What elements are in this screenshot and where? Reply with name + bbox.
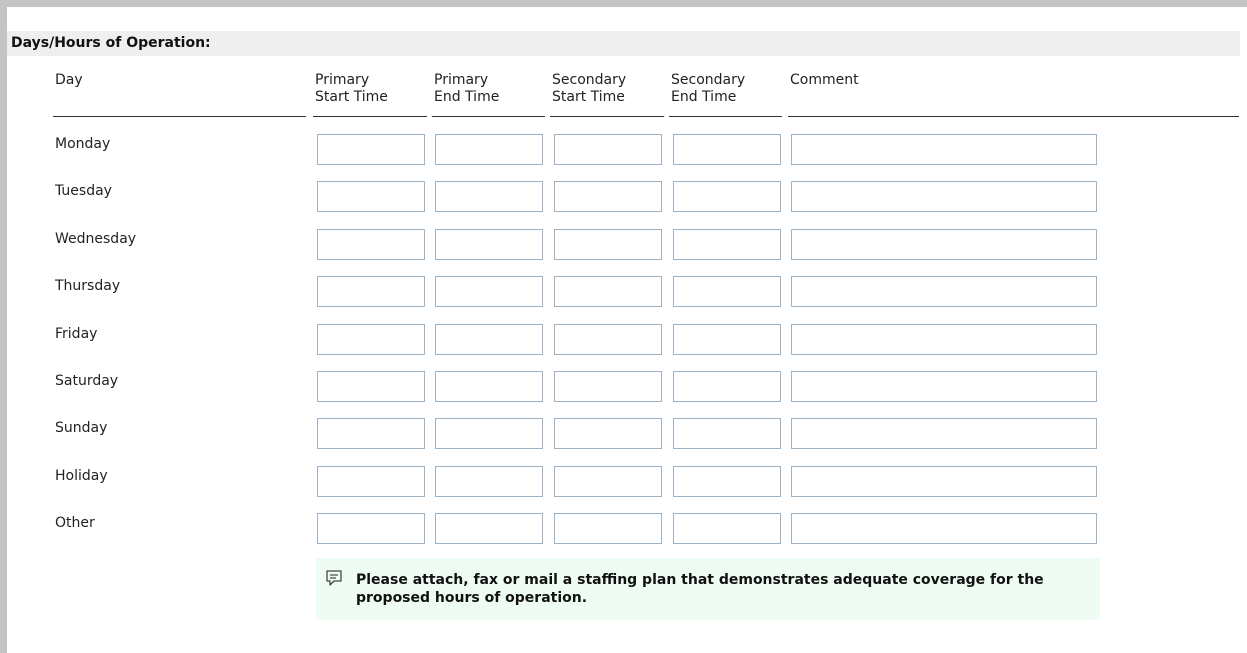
saturday-primary-end-input[interactable] xyxy=(435,371,543,402)
day-label-sunday: Sunday xyxy=(55,420,108,437)
tuesday-secondary-start-input[interactable] xyxy=(554,181,662,213)
wednesday-primary-end-input[interactable] xyxy=(435,228,543,260)
monday-comment-input[interactable] xyxy=(791,134,1097,165)
friday-primary-start-input[interactable] xyxy=(317,323,425,355)
friday-secondary-end-input[interactable] xyxy=(673,323,781,355)
day-label-saturday: Saturday xyxy=(55,373,119,389)
thursday-comment-input[interactable] xyxy=(791,276,1097,308)
monday-secondary-end-input[interactable] xyxy=(673,134,781,165)
day-label-other: Other xyxy=(55,515,95,532)
column-header-day: Day xyxy=(53,72,306,117)
friday-secondary-start-input[interactable] xyxy=(554,323,662,355)
sunday-primary-start-input[interactable] xyxy=(317,418,425,450)
thursday-primary-start-input[interactable] xyxy=(317,276,425,308)
tuesday-comment-input[interactable] xyxy=(791,181,1097,213)
tuesday-primary-end-input[interactable] xyxy=(435,181,543,213)
other-comment-input[interactable] xyxy=(791,513,1097,545)
section-header: Days/Hours of Operation: xyxy=(7,31,1240,56)
column-header-primary-end: Primary End Time xyxy=(432,72,545,117)
frame-left-border xyxy=(0,0,7,653)
thursday-primary-end-input[interactable] xyxy=(435,276,543,308)
holiday-primary-end-input[interactable] xyxy=(435,465,543,497)
other-primary-end-input[interactable] xyxy=(435,513,543,545)
thursday-secondary-start-input[interactable] xyxy=(554,276,662,308)
saturday-primary-start-input[interactable] xyxy=(317,371,425,402)
day-label-monday: Monday xyxy=(55,136,111,152)
sunday-comment-input[interactable] xyxy=(791,418,1097,450)
frame-top-border xyxy=(0,0,1247,7)
monday-primary-start-input[interactable] xyxy=(317,134,425,165)
friday-primary-end-input[interactable] xyxy=(435,323,543,355)
day-label-thursday: Thursday xyxy=(55,278,121,295)
wednesday-secondary-end-input[interactable] xyxy=(673,228,781,260)
day-label-tuesday: Tuesday xyxy=(55,183,112,200)
monday-primary-end-input[interactable] xyxy=(435,134,543,165)
comment-icon xyxy=(326,570,342,586)
tuesday-secondary-end-input[interactable] xyxy=(673,181,781,213)
sunday-primary-end-input[interactable] xyxy=(435,418,543,450)
column-header-secondary-start: Secondary Start Time xyxy=(550,72,664,117)
column-header-comment: Comment xyxy=(788,72,1239,117)
wednesday-secondary-start-input[interactable] xyxy=(554,228,662,260)
monday-secondary-start-input[interactable] xyxy=(554,134,662,165)
note-text: Please attach, fax or mail a staffing pl… xyxy=(356,572,1044,606)
holiday-primary-start-input[interactable] xyxy=(317,465,425,497)
day-label-friday: Friday xyxy=(55,325,98,342)
holiday-secondary-start-input[interactable] xyxy=(554,465,662,497)
column-header-primary-start: Primary Start Time xyxy=(313,72,427,117)
wednesday-primary-start-input[interactable] xyxy=(317,228,425,260)
day-label-wednesday: Wednesday xyxy=(55,230,137,247)
day-label-holiday: Holiday xyxy=(55,467,108,484)
other-secondary-end-input[interactable] xyxy=(673,513,781,545)
staffing-plan-note: Please attach, fax or mail a staffing pl… xyxy=(316,558,1100,620)
sunday-secondary-end-input[interactable] xyxy=(673,418,781,450)
other-primary-start-input[interactable] xyxy=(317,513,425,545)
wednesday-comment-input[interactable] xyxy=(791,228,1097,260)
tuesday-primary-start-input[interactable] xyxy=(317,181,425,213)
friday-comment-input[interactable] xyxy=(791,323,1097,355)
thursday-secondary-end-input[interactable] xyxy=(673,276,781,308)
sunday-secondary-start-input[interactable] xyxy=(554,418,662,450)
section-title: Days/Hours of Operation: xyxy=(11,35,211,51)
holiday-comment-input[interactable] xyxy=(791,465,1097,497)
holiday-secondary-end-input[interactable] xyxy=(673,465,781,497)
saturday-secondary-end-input[interactable] xyxy=(673,371,781,402)
saturday-secondary-start-input[interactable] xyxy=(554,371,662,402)
column-header-secondary-end: Secondary End Time xyxy=(669,72,782,117)
saturday-comment-input[interactable] xyxy=(791,371,1097,402)
other-secondary-start-input[interactable] xyxy=(554,513,662,545)
